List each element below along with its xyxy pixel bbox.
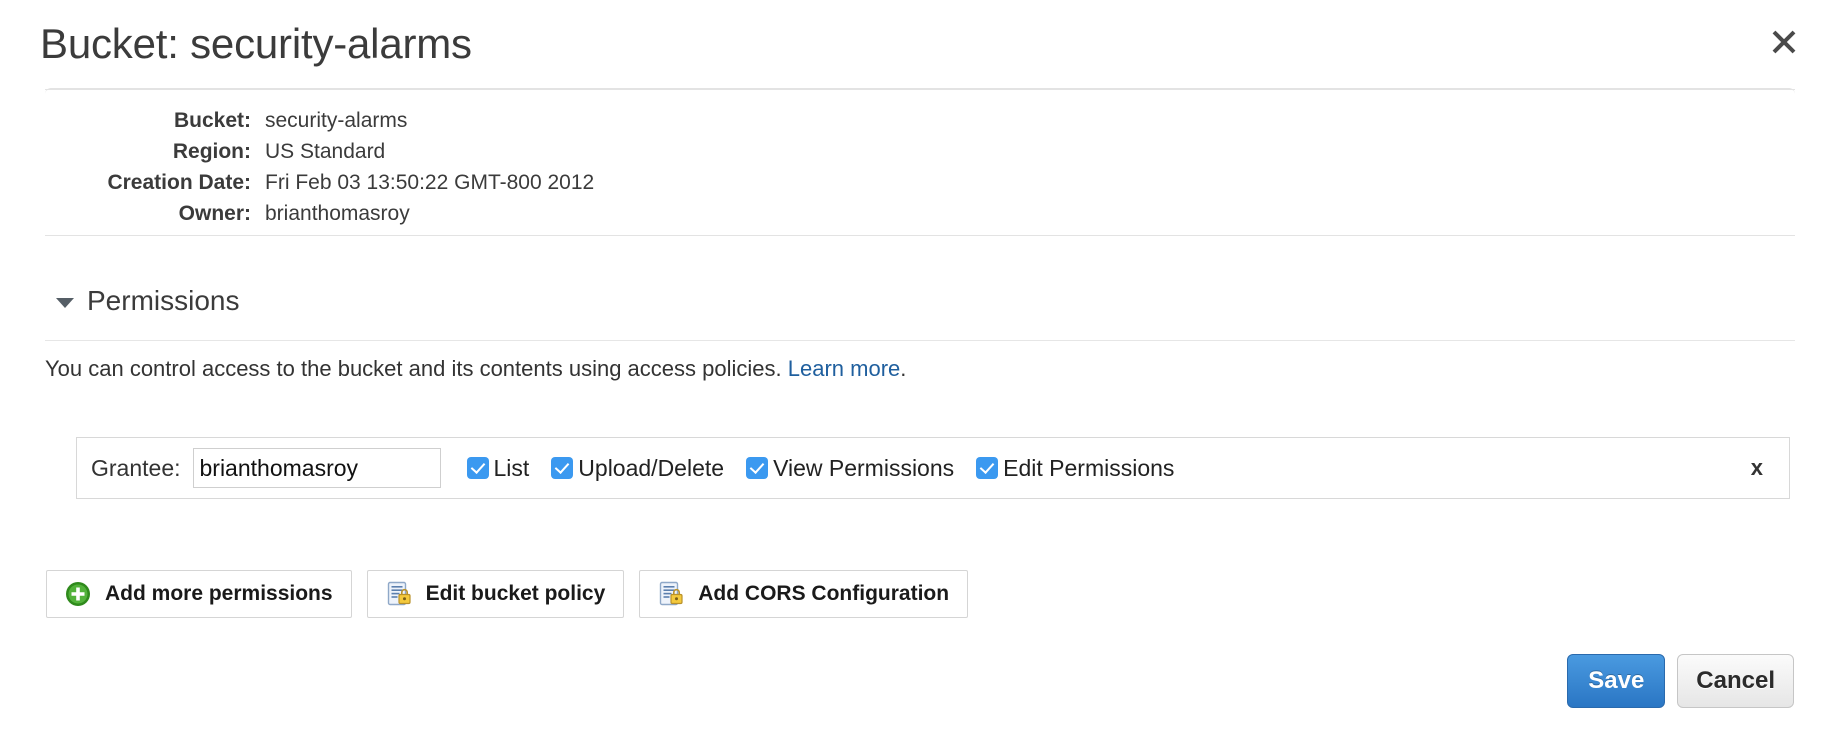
document-lock-icon — [386, 581, 412, 607]
metadata-label-owner: Owner: — [178, 202, 251, 225]
permission-label-edit-permissions: Edit Permissions — [1003, 454, 1175, 481]
bucket-metadata-table: Bucket: security-alarms Region: US Stand… — [45, 105, 594, 229]
grantee-label: Grantee: — [91, 454, 181, 481]
permission-checkbox-upload-delete[interactable]: Upload/Delete — [551, 455, 724, 482]
chevron-down-icon — [56, 298, 74, 308]
bucket-properties-dialog: Bucket: security-alarms Bucket: security… — [0, 0, 1838, 730]
add-more-permissions-label: Add more permissions — [105, 582, 333, 605]
permission-label-list: List — [493, 454, 530, 481]
grantee-row: Grantee: List Upload/Delete View Permiss… — [76, 437, 1790, 499]
close-icon[interactable] — [1758, 16, 1810, 68]
table-row: Bucket: security-alarms — [45, 105, 594, 136]
metadata-value-bucket: security-alarms — [265, 109, 408, 132]
page-title: Bucket: security-alarms — [40, 20, 472, 67]
edit-bucket-policy-button[interactable]: Edit bucket policy — [366, 570, 625, 618]
table-row: Creation Date: Fri Feb 03 13:50:22 GMT-8… — [45, 167, 594, 198]
add-cors-configuration-button[interactable]: Add CORS Configuration — [639, 570, 969, 618]
document-lock-icon — [658, 581, 684, 607]
remove-grantee-button[interactable]: x — [1743, 455, 1771, 481]
save-button[interactable]: Save — [1567, 654, 1666, 708]
permission-checkbox-view-permissions[interactable]: View Permissions — [746, 455, 954, 482]
checkbox-checked-icon — [976, 457, 999, 479]
green-plus-icon — [65, 581, 91, 607]
add-more-permissions-button[interactable]: Add more permissions — [46, 570, 352, 618]
metadata-value-region: US Standard — [265, 140, 386, 163]
dialog-header: Bucket: security-alarms — [0, 0, 1838, 88]
permission-checkbox-list[interactable]: List — [466, 454, 530, 482]
bucket-metadata-panel: Bucket: security-alarms Region: US Stand… — [45, 88, 1795, 236]
table-row: Region: US Standard — [45, 136, 594, 167]
permissions-description-period: . — [900, 356, 907, 381]
checkbox-checked-icon — [551, 457, 574, 479]
permission-label-view-permissions: View Permissions — [773, 454, 955, 481]
table-row: Owner: brianthomasroy — [45, 198, 594, 229]
metadata-label-creation-date: Creation Date: — [107, 171, 251, 194]
metadata-value-creation-date: Fri Feb 03 13:50:22 GMT-800 2012 — [265, 171, 595, 194]
metadata-value-owner: brianthomasroy — [265, 202, 410, 225]
dialog-footer: Save Cancel — [1567, 654, 1794, 708]
permission-actions: Add more permissions Edit bucket policy … — [46, 570, 969, 618]
checkbox-checked-icon — [466, 457, 489, 479]
permissions-description-text: You can control access to the bucket and… — [45, 356, 782, 381]
checkbox-checked-icon — [746, 457, 769, 479]
metadata-label-region: Region: — [172, 140, 251, 163]
permissions-section-toggle[interactable]: Permissions — [56, 285, 239, 317]
permissions-section-title: Permissions — [87, 285, 240, 316]
permission-checkbox-edit-permissions[interactable]: Edit Permissions — [976, 455, 1174, 482]
edit-bucket-policy-label: Edit bucket policy — [425, 582, 606, 605]
permissions-description: You can control access to the bucket and… — [45, 352, 906, 386]
grantee-input[interactable] — [192, 448, 441, 488]
permission-checkbox-group: List Upload/Delete View Permissions Edit… — [466, 454, 1174, 482]
section-divider — [45, 340, 1795, 341]
permission-label-upload-delete: Upload/Delete — [578, 454, 725, 481]
add-cors-configuration-label: Add CORS Configuration — [698, 582, 950, 605]
cancel-button[interactable]: Cancel — [1677, 654, 1794, 708]
learn-more-link[interactable]: Learn more — [788, 356, 901, 381]
metadata-label-bucket: Bucket: — [173, 109, 251, 132]
